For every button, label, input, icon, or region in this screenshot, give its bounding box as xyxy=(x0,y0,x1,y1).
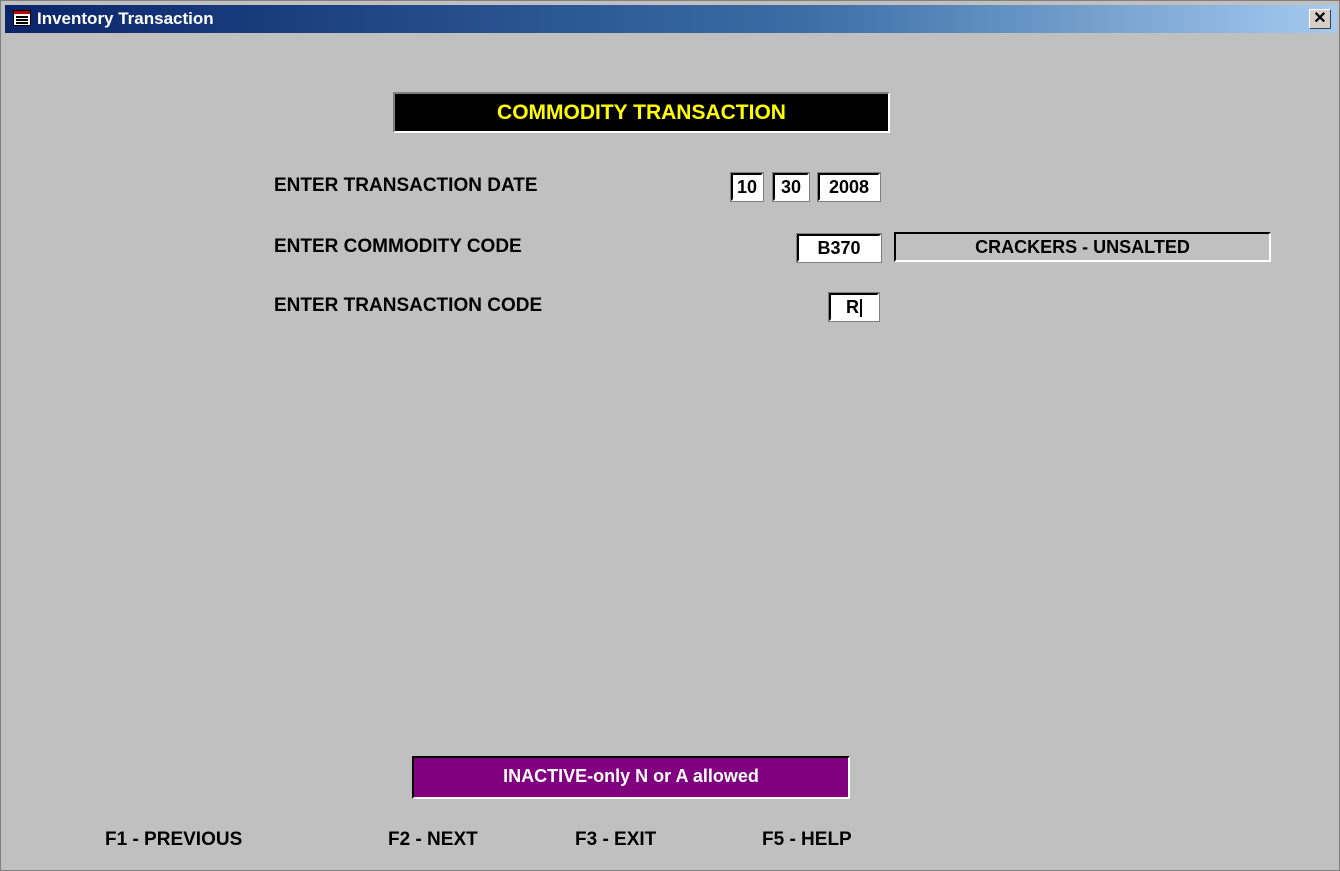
commodity-code-field[interactable]: B370 xyxy=(796,233,882,263)
f5-help-key[interactable]: F5 - HELP xyxy=(762,827,852,853)
title-bar[interactable]: Inventory Transaction ✕ xyxy=(5,5,1337,33)
transaction-code-label: ENTER TRANSACTION CODE xyxy=(274,295,543,316)
date-month-field[interactable]: 10 xyxy=(730,172,764,202)
screen-heading: COMMODITY TRANSACTION xyxy=(393,92,890,133)
close-icon[interactable]: ✕ xyxy=(1309,9,1331,29)
form-window-icon[interactable] xyxy=(13,10,31,26)
commodity-description: CRACKERS - UNSALTED xyxy=(894,232,1271,262)
inventory-transaction-window: Inventory Transaction ✕ COMMODITY TRANSA… xyxy=(0,0,1340,871)
transaction-code-field[interactable]: R xyxy=(828,292,880,322)
window-title: Inventory Transaction xyxy=(37,9,214,28)
transaction-code-value: R xyxy=(846,297,859,317)
f2-next-key[interactable]: F2 - NEXT xyxy=(388,827,478,853)
commodity-code-label: ENTER COMMODITY CODE xyxy=(274,236,522,257)
status-message: INACTIVE-only N or A allowed xyxy=(412,756,850,799)
f3-exit-key[interactable]: F3 - EXIT xyxy=(575,827,656,853)
date-day-field[interactable]: 30 xyxy=(772,172,810,202)
transaction-date-label: ENTER TRANSACTION DATE xyxy=(274,175,538,196)
date-year-field[interactable]: 2008 xyxy=(817,172,881,202)
text-cursor xyxy=(860,299,862,318)
f1-previous-key[interactable]: F1 - PREVIOUS xyxy=(105,827,242,853)
